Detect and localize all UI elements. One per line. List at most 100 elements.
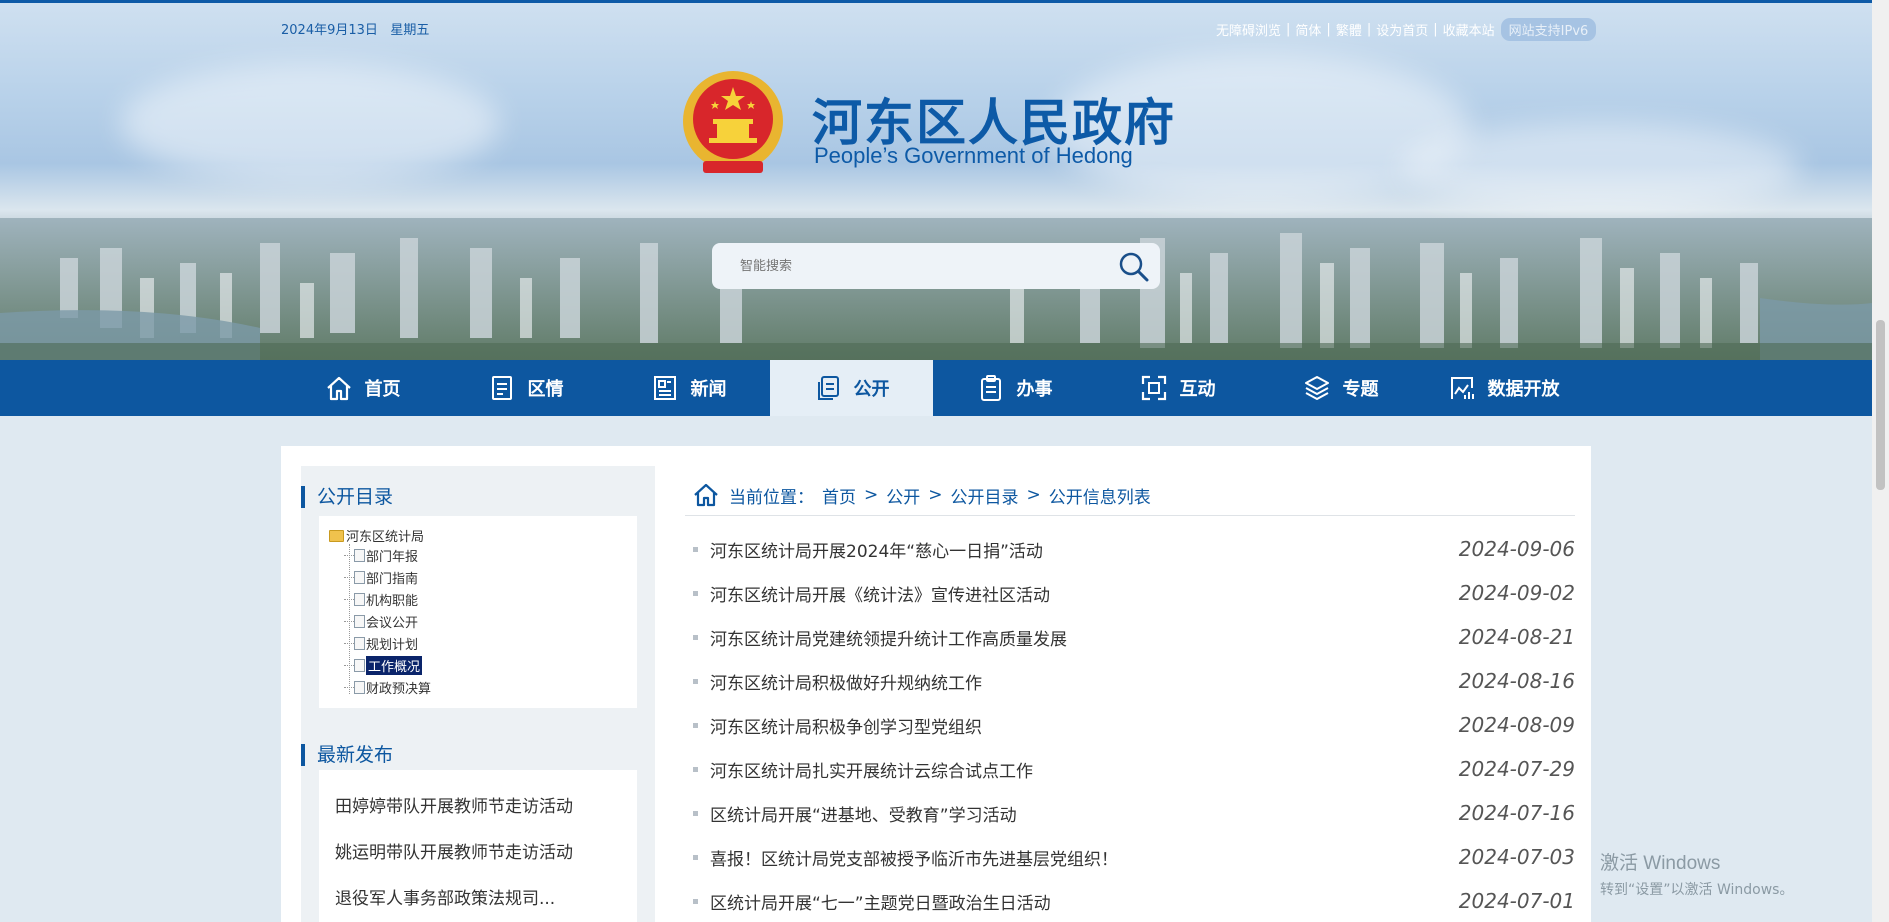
home-icon xyxy=(694,483,718,507)
national-emblem-icon xyxy=(683,71,783,173)
watermark-line2: 转到“设置”以激活 Windows。 xyxy=(1600,882,1794,898)
tree-root-label: 河东区统计局 xyxy=(346,530,425,545)
list-item[interactable]: 区统计局开展“进基地、受教育”学习活动 2024-07-16 xyxy=(693,798,1575,828)
list-item-date: 2024-08-09 xyxy=(1458,713,1575,737)
tree-item-budget[interactable]: 财政预决算 xyxy=(344,678,431,697)
bullet xyxy=(693,898,698,904)
latest-item[interactable]: 退役军人事务部政策法规司... xyxy=(335,884,555,909)
data-icon xyxy=(1450,377,1474,399)
catalog-tree: 河东区统计局 部门年报 部门指南 机构职能 会议公开 规划计划 工作概况 财政预… xyxy=(319,516,637,708)
breadcrumb-open[interactable]: 公开 xyxy=(886,483,920,508)
city-skyline-image xyxy=(0,218,1872,360)
main-nav: 首页 区情 新闻 公开 办事 互动 专题 数据开放 xyxy=(0,360,1872,416)
list-item-title: 河东区统计局扎实开展统计云综合试点工作 xyxy=(710,761,1033,782)
tree-item-work-overview[interactable]: 工作概况 xyxy=(344,656,423,675)
scrollbar-thumb[interactable] xyxy=(1876,320,1885,490)
nav-item-home[interactable]: 首页 xyxy=(281,360,444,416)
bookmark-link[interactable]: 收藏本站 xyxy=(1443,20,1495,39)
interact-icon xyxy=(1141,375,1166,401)
tree-item-label-selected: 工作概况 xyxy=(366,656,423,675)
tree-item-label: 规划计划 xyxy=(366,638,419,653)
nav-item-interaction[interactable]: 互动 xyxy=(1096,360,1259,416)
document-icon xyxy=(354,593,365,606)
top-links: 无障碍浏览 | 简体 | 繁體 | 设为首页 | 收藏本站 网站支持IPv6 xyxy=(1216,18,1597,41)
copy-icon xyxy=(817,376,839,400)
tree-item-plans[interactable]: 规划计划 xyxy=(344,634,418,653)
tree-item-label: 会议公开 xyxy=(366,616,419,631)
home-icon xyxy=(326,376,351,401)
vertical-scrollbar[interactable] xyxy=(1872,0,1889,922)
breadcrumb-separator: > xyxy=(1026,485,1041,505)
document-icon xyxy=(354,637,365,650)
nav-item-open[interactable]: 公开 xyxy=(770,360,933,416)
list-item[interactable]: 区统计局开展“七一”主题党日暨政治生日活动 2024-07-01 xyxy=(693,886,1575,916)
tree-item-guide[interactable]: 部门指南 xyxy=(344,568,418,587)
tree-item-label: 机构职能 xyxy=(366,594,419,609)
news-icon xyxy=(653,376,676,400)
search-icon[interactable] xyxy=(1118,251,1150,283)
document-icon xyxy=(354,571,365,584)
content-area: 当前位置： 首页 > 公开 > 公开目录 > 公开信息列表 河东区统计局开展20… xyxy=(685,446,1575,922)
nav-item-district[interactable]: 区情 xyxy=(444,360,607,416)
list-item-title: 河东区统计局开展2024年“慈心一日捐”活动 xyxy=(710,541,1043,562)
latest-title: 最新发布 xyxy=(301,744,393,766)
breadcrumb-separator: > xyxy=(864,485,879,505)
cloud-decoration xyxy=(1400,123,1800,213)
nav-item-topics[interactable]: 专题 xyxy=(1259,360,1422,416)
breadcrumb-catalog[interactable]: 公开目录 xyxy=(951,483,1019,508)
list-item-date: 2024-07-01 xyxy=(1458,889,1575,913)
sidebar: 公开目录 河东区统计局 部门年报 部门指南 机构职能 会议公开 规划计划 工作概… xyxy=(301,466,655,922)
document-icon xyxy=(354,681,365,694)
windows-activation-watermark: 激活 Windows 转到“设置”以激活 Windows。 xyxy=(1600,848,1793,899)
bullet xyxy=(693,590,698,596)
list-item[interactable]: 河东区统计局开展2024年“慈心一日捐”活动 2024-09-06 xyxy=(693,534,1575,564)
nav-label: 公开 xyxy=(853,379,890,400)
tree-item-annual-report[interactable]: 部门年报 xyxy=(344,546,418,565)
nav-label: 新闻 xyxy=(690,379,727,400)
breadcrumb: 当前位置： 首页 > 公开 > 公开目录 > 公开信息列表 xyxy=(693,482,1159,508)
site-subtitle: People’s Government of Hedong xyxy=(814,143,1133,168)
list-item[interactable]: 河东区统计局积极争创学习型党组织 2024-08-09 xyxy=(693,710,1575,740)
set-homepage-link[interactable]: 设为首页 xyxy=(1376,20,1428,39)
latest-item[interactable]: 姚运明带队开展教师节走访活动 xyxy=(335,838,573,863)
list-item-title: 河东区统计局积极争创学习型党组织 xyxy=(710,717,982,738)
tree-item-functions[interactable]: 机构职能 xyxy=(344,590,418,609)
nav-item-services[interactable]: 办事 xyxy=(933,360,1096,416)
tree-item-label: 部门指南 xyxy=(366,572,419,587)
list-item-title: 河东区统计局积极做好升规纳统工作 xyxy=(710,673,982,694)
list-item[interactable]: 河东区统计局扎实开展统计云综合试点工作 2024-07-29 xyxy=(693,754,1575,784)
list-item-title: 河东区统计局党建统领提升统计工作高质量发展 xyxy=(710,629,1067,650)
list-item-date: 2024-09-06 xyxy=(1458,537,1575,561)
accessibility-link[interactable]: 无障碍浏览 xyxy=(1216,20,1281,39)
latest-item[interactable]: 田婷婷带队开展教师节走访活动 xyxy=(335,792,573,817)
breadcrumb-home[interactable]: 首页 xyxy=(822,483,856,508)
breadcrumb-current[interactable]: 公开信息列表 xyxy=(1049,483,1151,508)
nav-label: 专题 xyxy=(1342,379,1379,400)
cloud-decoration xyxy=(120,63,500,183)
list-item[interactable]: 河东区统计局党建统领提升统计工作高质量发展 2024-08-21 xyxy=(693,622,1575,652)
current-date: 2024年9月13日 星期五 xyxy=(281,19,429,38)
search-box xyxy=(712,243,1160,289)
date-text: 2024年9月13日 xyxy=(281,23,378,38)
list-item-title: 区统计局开展“进基地、受教育”学习活动 xyxy=(710,805,1017,826)
ipv6-badge: 网站支持IPv6 xyxy=(1500,18,1597,41)
tree-root[interactable]: 河东区统计局 xyxy=(329,526,424,545)
nav-label: 互动 xyxy=(1179,379,1216,400)
bullet xyxy=(693,766,698,772)
nav-items: 首页 区情 新闻 公开 办事 互动 专题 数据开放 xyxy=(281,360,1585,416)
list-item-title: 区统计局开展“七一”主题党日暨政治生日活动 xyxy=(710,893,1051,914)
nav-item-news[interactable]: 新闻 xyxy=(607,360,770,416)
list-item[interactable]: 河东区统计局积极做好升规纳统工作 2024-08-16 xyxy=(693,666,1575,696)
bullet xyxy=(693,634,698,640)
search-input[interactable] xyxy=(712,243,1102,289)
list-item[interactable]: 河东区统计局开展《统计法》宣传进社区活动 2024-09-02 xyxy=(693,578,1575,608)
nav-label: 区情 xyxy=(527,379,564,400)
simplified-link[interactable]: 简体 xyxy=(1295,20,1321,39)
tree-item-meetings[interactable]: 会议公开 xyxy=(344,612,418,631)
list-item-date: 2024-09-02 xyxy=(1458,581,1575,605)
traditional-link[interactable]: 繁體 xyxy=(1336,20,1362,39)
nav-item-open-data[interactable]: 数据开放 xyxy=(1422,360,1585,416)
nav-label: 数据开放 xyxy=(1487,379,1560,400)
list-item[interactable]: 喜报！区统计局党支部被授予临沂市先进基层党组织！ 2024-07-03 xyxy=(693,842,1575,872)
document-icon xyxy=(354,615,365,628)
